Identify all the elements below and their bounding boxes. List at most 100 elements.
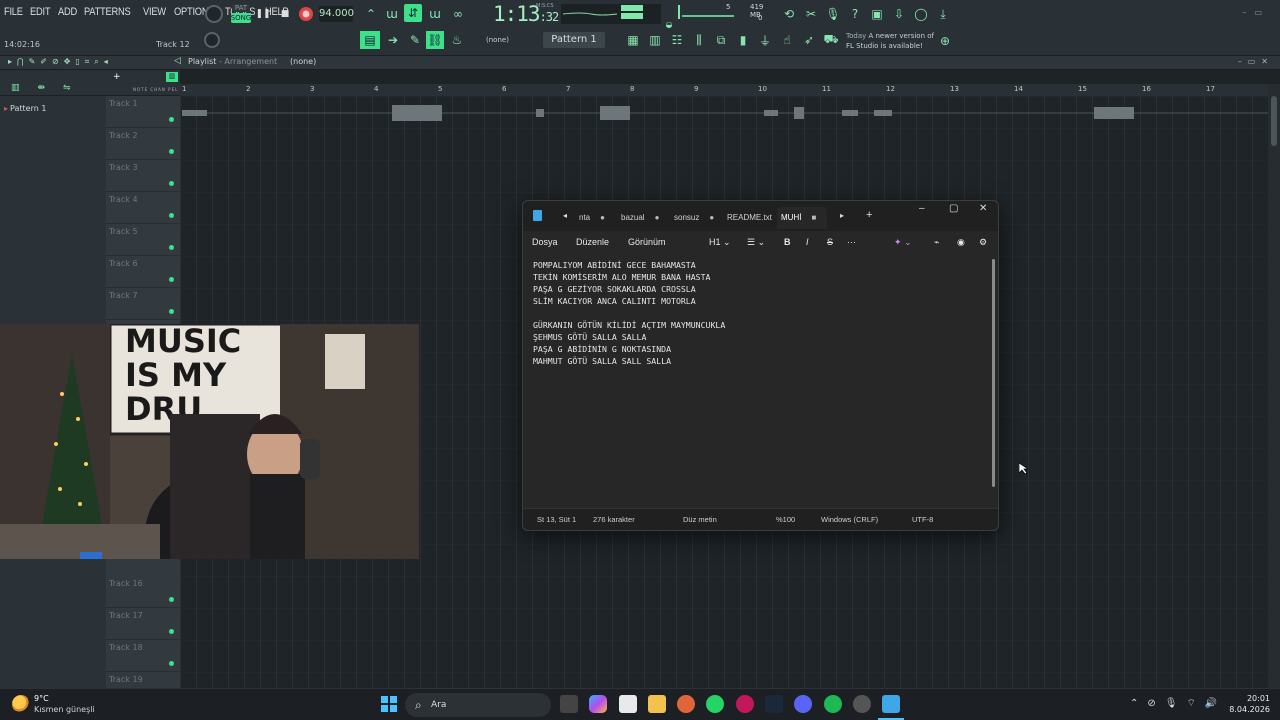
steam-icon[interactable] bbox=[765, 695, 783, 713]
copilot-app-icon[interactable] bbox=[589, 695, 607, 713]
whatsapp-icon[interactable] bbox=[706, 695, 724, 713]
stamp-icon[interactable]: ♨ bbox=[448, 31, 466, 49]
system-tray[interactable]: ⌃⊘🎙⌔🔊 bbox=[1130, 697, 1226, 710]
notepad-scrollbar[interactable] bbox=[992, 259, 995, 487]
track-enable-indicator[interactable] bbox=[169, 309, 174, 314]
copilot-icon[interactable]: ✦ ⌄ bbox=[894, 237, 912, 248]
menu-view[interactable]: VIEW bbox=[143, 6, 166, 18]
menu-add[interactable]: ADD bbox=[58, 6, 77, 18]
menu-patterns[interactable]: PATTERNS bbox=[84, 6, 131, 18]
playlist-window-controls[interactable]: –▭✕ bbox=[1238, 57, 1274, 66]
track-header[interactable]: Track 3 bbox=[106, 160, 180, 192]
download-icon[interactable]: ⤓ bbox=[934, 5, 952, 23]
touch-icon[interactable]: ☝ bbox=[778, 31, 796, 49]
tab-nta[interactable]: nta ● bbox=[575, 207, 605, 229]
cart-icon[interactable]: ⛟ bbox=[822, 31, 840, 49]
track-header[interactable]: Track 2 bbox=[106, 128, 180, 160]
playlist-scrollbar[interactable] bbox=[1268, 84, 1280, 688]
taskbar-search[interactable]: Ara bbox=[405, 693, 551, 717]
track-header[interactable]: Track 17 bbox=[106, 608, 180, 640]
countdown-icon[interactable]: ⇵ bbox=[404, 4, 422, 22]
record-icon[interactable] bbox=[297, 5, 315, 23]
track-enable-indicator[interactable] bbox=[169, 213, 174, 218]
tab-sonsuz[interactable]: sonsuz ● bbox=[670, 207, 714, 229]
track-enable-indicator[interactable] bbox=[169, 149, 174, 154]
playlist-selector[interactable]: (none) bbox=[290, 57, 316, 66]
file-icon[interactable]: ▮ bbox=[734, 31, 752, 49]
arrow-icon[interactable]: ➔ bbox=[384, 31, 402, 49]
link-icon[interactable]: ⛓ bbox=[426, 31, 444, 49]
globe-icon[interactable]: ⊕ bbox=[936, 32, 954, 50]
wait-icon[interactable]: ɯ bbox=[383, 5, 401, 23]
obs-icon[interactable] bbox=[853, 695, 871, 713]
file-explorer-icon[interactable] bbox=[648, 695, 666, 713]
cut-icon[interactable]: ✂ bbox=[802, 5, 820, 23]
track-enable-indicator[interactable] bbox=[169, 661, 174, 666]
metronome-icon[interactable]: ⌃ bbox=[362, 5, 380, 23]
plugin-icon[interactable]: ⧉ bbox=[712, 31, 730, 49]
master-volume-knob[interactable] bbox=[205, 5, 223, 23]
list-icon[interactable]: ☰ ⌄ bbox=[747, 237, 765, 248]
playlist-nav-icon[interactable]: ◁ bbox=[174, 56, 181, 66]
pat-mode-button[interactable]: PAT bbox=[232, 4, 250, 12]
bold-icon[interactable]: B bbox=[784, 237, 791, 247]
track-header[interactable]: Track 1 bbox=[106, 96, 180, 128]
heading-dropdown[interactable]: H1 ⌄ bbox=[709, 237, 731, 248]
chat-icon[interactable]: ◯ bbox=[912, 5, 930, 23]
bird-icon[interactable]: ➶ bbox=[800, 31, 818, 49]
account-icon[interactable]: ◉ bbox=[957, 237, 965, 248]
master-pitch-knob[interactable] bbox=[204, 32, 220, 48]
plug-icon[interactable]: ⏚ bbox=[756, 31, 774, 49]
taskbar-clock[interactable]: 20:01 8.04.2026 bbox=[1229, 693, 1270, 715]
track-header[interactable]: Track 18 bbox=[106, 640, 180, 672]
track-enable-indicator[interactable] bbox=[169, 117, 174, 122]
tab-muhi-active[interactable]: MUHİ ■ bbox=[777, 207, 827, 229]
stop-icon[interactable]: ■ bbox=[276, 5, 294, 23]
playlist-mode-icon[interactable]: ▥ bbox=[166, 72, 178, 82]
weather-widget[interactable]: 9°C Kısmen güneşli bbox=[12, 693, 132, 717]
task-view-icon[interactable] bbox=[560, 695, 578, 713]
more-icon[interactable]: ··· bbox=[847, 237, 856, 247]
discord-icon[interactable] bbox=[794, 695, 812, 713]
piano-roll-icon[interactable]: ▥ bbox=[646, 31, 664, 49]
status-zoom[interactable]: %100 bbox=[776, 515, 795, 524]
sliders-icon[interactable]: ⫼ bbox=[690, 31, 708, 49]
snap-selector[interactable]: (none) bbox=[486, 36, 509, 44]
track-enable-indicator[interactable] bbox=[169, 181, 174, 186]
track-header[interactable]: Track 4 bbox=[106, 192, 180, 224]
spotify-icon[interactable] bbox=[824, 695, 842, 713]
track-enable-indicator[interactable] bbox=[169, 277, 174, 282]
save-icon[interactable]: ▣ bbox=[868, 5, 886, 23]
track-header[interactable]: Track 5 bbox=[106, 224, 180, 256]
menu-gorunum[interactable]: Görünüm bbox=[628, 237, 666, 247]
store-icon[interactable] bbox=[619, 695, 637, 713]
italic-icon[interactable]: I bbox=[806, 237, 809, 247]
track-header[interactable]: Track 7 bbox=[106, 288, 180, 320]
loop-record-icon[interactable]: ∞ bbox=[449, 5, 467, 23]
menu-edit[interactable]: EDIT bbox=[30, 6, 51, 18]
news-panel[interactable]: Today A newer version of FL Studio is av… bbox=[846, 31, 934, 51]
browser-icon[interactable]: ☷ bbox=[668, 31, 686, 49]
windows-start-icon[interactable] bbox=[381, 696, 397, 712]
pause-icon[interactable]: ❚❚ bbox=[254, 5, 272, 23]
pattern-item[interactable]: Pattern 1 bbox=[4, 104, 46, 113]
fl-window-controls[interactable]: –▭ bbox=[1242, 8, 1270, 17]
tab-bazual[interactable]: bazual ● bbox=[617, 207, 659, 229]
step-edit-icon[interactable]: ɯ bbox=[426, 5, 444, 23]
menu-file[interactable]: FILE bbox=[4, 6, 23, 18]
notepad-window[interactable]: ◂ nta ● bazual ● sonsuz ● README.txt MUHİ ■ … bbox=[522, 200, 999, 531]
settings-gear-icon[interactable]: ⚙ bbox=[979, 237, 987, 248]
pattern-selector[interactable]: Pattern 1 bbox=[543, 32, 605, 48]
add-track-icon[interactable]: + bbox=[113, 72, 121, 82]
picker-icons[interactable]: ▥⇼⇋ bbox=[11, 83, 89, 93]
notepad-taskbar-icon[interactable] bbox=[882, 695, 900, 713]
new-tab-icon[interactable]: + bbox=[866, 209, 872, 221]
tab-readme[interactable]: README.txt bbox=[723, 207, 772, 229]
track-enable-indicator[interactable] bbox=[169, 629, 174, 634]
strikethrough-icon[interactable]: S bbox=[827, 237, 833, 247]
undo-icon[interactable]: ⟲ bbox=[780, 5, 798, 23]
channel-rack-icon[interactable]: ▤ bbox=[360, 31, 380, 49]
notepad-text-area[interactable]: POMPALIYOM ABİDİNİ GECE BAHAMASTA TEKİN K… bbox=[533, 259, 988, 367]
help-icon[interactable]: ? bbox=[846, 5, 864, 23]
track-enable-indicator[interactable] bbox=[169, 245, 174, 250]
